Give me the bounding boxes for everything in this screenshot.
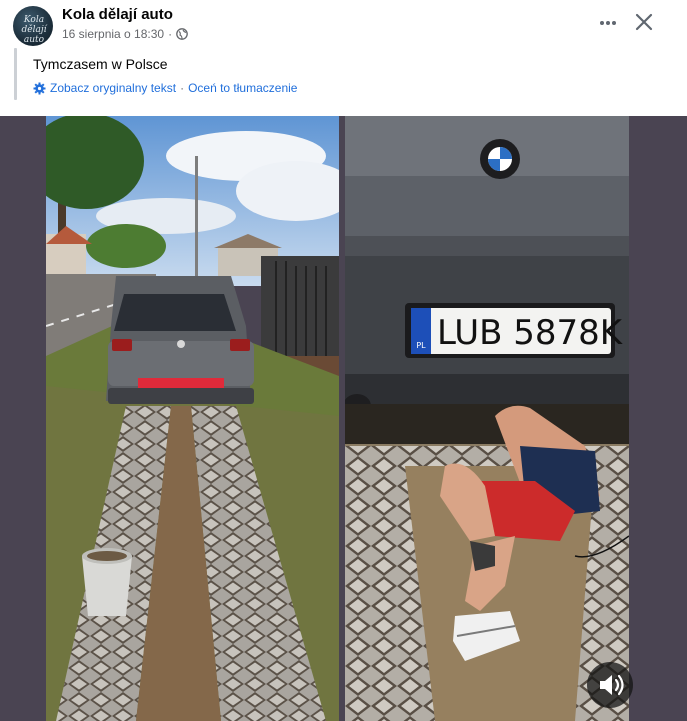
speaker-icon	[600, 674, 624, 696]
more-options-icon[interactable]	[597, 12, 619, 34]
plate-country-code: PL	[416, 341, 426, 350]
meta-separator: ·	[168, 27, 173, 41]
car-on-pavers-image	[46, 116, 339, 721]
see-original-link[interactable]: Zobacz oryginalny tekst	[50, 81, 176, 95]
post-header: Kola dělají auto Kola dělají auto 16 sie…	[0, 0, 687, 116]
post-text: Tymczasem w Polsce	[33, 56, 168, 72]
man-under-car-image: PL LUB 5878K	[345, 116, 629, 721]
post-timestamp[interactable]: 16 sierpnia o 18:30	[62, 27, 164, 41]
rate-translation-link[interactable]: Oceń to tłumaczenie	[188, 81, 297, 95]
close-icon[interactable]	[633, 11, 655, 33]
sound-toggle-button[interactable]	[587, 662, 633, 708]
page-avatar[interactable]: Kola dělají auto	[13, 6, 53, 46]
post-meta: 16 sierpnia o 18:30 ·	[62, 27, 188, 41]
license-plate-number: LUB 5878K	[437, 313, 624, 353]
photo-left[interactable]	[46, 116, 339, 721]
globe-icon	[176, 28, 188, 40]
translation-links: Zobacz oryginalny tekst · Oceń to tłumac…	[33, 81, 297, 95]
page-name-link[interactable]: Kola dělají auto	[62, 6, 173, 23]
photo-right[interactable]: PL LUB 5878K	[345, 116, 629, 721]
translation-separator: ·	[180, 81, 185, 95]
gear-icon	[33, 82, 46, 94]
translation-quote-bar	[14, 48, 17, 100]
avatar-logo-text: Kola dělají auto	[21, 15, 47, 45]
